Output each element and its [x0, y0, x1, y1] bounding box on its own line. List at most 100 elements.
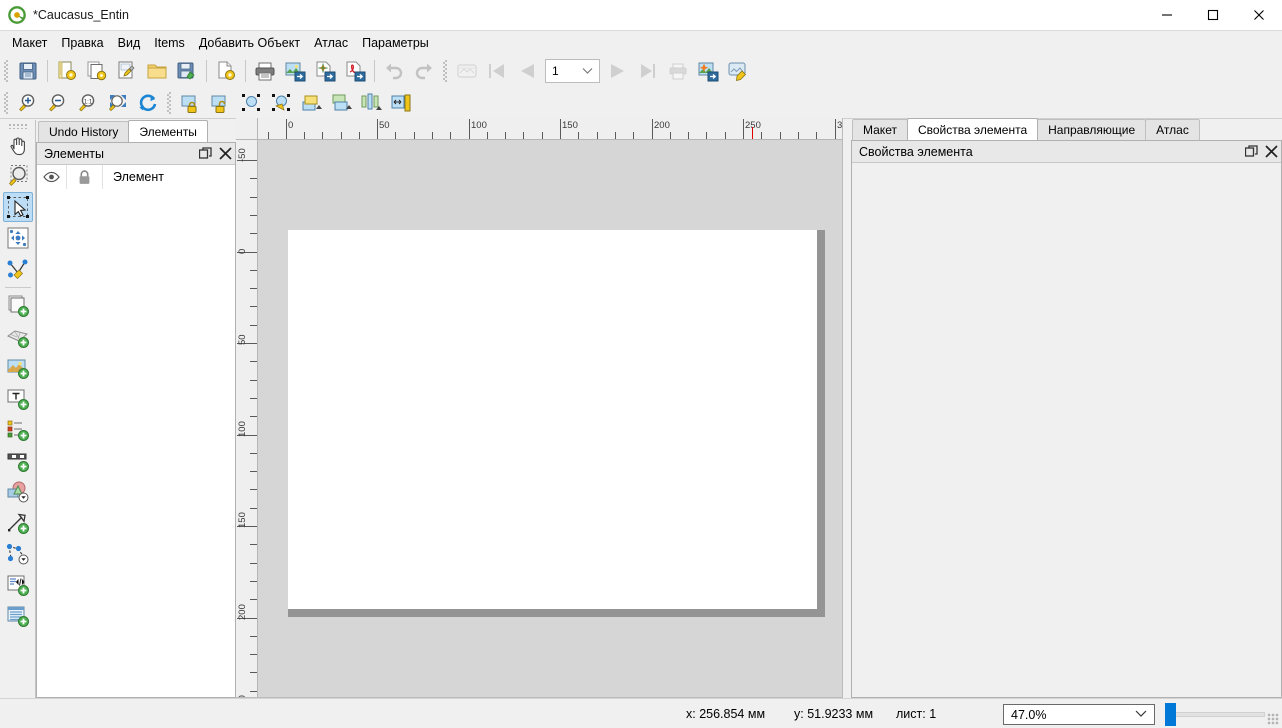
tab-items[interactable]: Элементы	[128, 120, 208, 142]
ruler-h-label: 300	[837, 120, 842, 131]
tool-add-shape[interactable]	[3, 477, 33, 507]
zoom-slider-track[interactable]	[1173, 712, 1265, 717]
close-panel-icon[interactable]	[215, 144, 235, 164]
title-bar: *Caucasus_Entin	[0, 0, 1282, 31]
atlas-page-combo[interactable]: 1	[545, 58, 600, 83]
tool-add-picture[interactable]	[3, 353, 33, 383]
atlas-export-image-button[interactable]	[693, 57, 723, 85]
tool-add-label[interactable]	[3, 384, 33, 414]
tool-add-html[interactable]	[3, 570, 33, 600]
new-layout-button[interactable]	[52, 57, 82, 85]
menu-edit[interactable]: Правка	[54, 33, 110, 53]
tool-add-legend[interactable]	[3, 415, 33, 445]
item-properties-body	[852, 163, 1281, 697]
menu-add-item[interactable]: Добавить Объект	[192, 33, 307, 53]
tab-atlas[interactable]: Атлас	[1145, 119, 1200, 140]
tool-move-content[interactable]	[3, 223, 33, 253]
svg-text:1:1: 1:1	[84, 99, 93, 105]
menu-view[interactable]: Вид	[111, 33, 148, 53]
atlas-settings-button[interactable]	[723, 57, 753, 85]
lock-items-button[interactable]	[176, 89, 206, 117]
zoom-in-button[interactable]	[13, 89, 43, 117]
tool-add-scalebar[interactable]	[3, 446, 33, 476]
atlas-last-feature-button[interactable]	[633, 57, 663, 85]
close-button[interactable]	[1236, 0, 1282, 31]
item-label: Элемент	[113, 170, 164, 184]
refresh-button[interactable]	[133, 89, 163, 117]
save-project-button[interactable]	[13, 57, 43, 85]
zoom-slider-handle[interactable]	[1165, 703, 1176, 726]
print-button[interactable]	[250, 57, 280, 85]
nav-toolbar-grip[interactable]	[2, 91, 11, 114]
items-toolbar-grip[interactable]	[165, 91, 174, 114]
left-dock-tabstrip: Undo History Элементы	[38, 120, 208, 142]
group-items-button[interactable]	[236, 89, 266, 117]
right-dock: Макет Свойства элемента Направляющие Атл…	[845, 118, 1282, 698]
tab-undo-history[interactable]: Undo History	[38, 121, 130, 142]
toolbar-grip[interactable]	[2, 59, 11, 82]
tool-add-map[interactable]	[3, 291, 33, 321]
tab-item-properties[interactable]: Свойства элемента	[906, 118, 1039, 140]
maximize-button[interactable]	[1190, 0, 1236, 31]
layout-properties-button[interactable]	[211, 57, 241, 85]
window-controls	[1144, 0, 1282, 31]
tool-pan[interactable]	[3, 130, 33, 160]
vertical-ruler[interactable]: -50 0 50 100 150 200 250	[236, 140, 258, 697]
ruler-v-label: 200	[237, 604, 248, 620]
raise-items-button[interactable]	[296, 89, 326, 117]
qgis-logo-icon	[8, 6, 26, 24]
atlas-toolbar-grip[interactable]	[441, 59, 450, 82]
redo-button[interactable]	[409, 57, 439, 85]
lock-icon[interactable]	[67, 165, 103, 189]
close-panel-icon[interactable]	[1261, 142, 1281, 162]
eye-icon[interactable]	[37, 165, 67, 189]
layout-manager-button[interactable]	[112, 57, 142, 85]
zoom-slider[interactable]	[1165, 703, 1265, 726]
save-as-template-button[interactable]	[172, 57, 202, 85]
menu-layout[interactable]: Макет	[5, 33, 54, 53]
export-pdf-button[interactable]	[340, 57, 370, 85]
zoom-level-combo[interactable]: 47.0%	[1003, 704, 1155, 725]
atlas-preview-button[interactable]	[452, 57, 482, 85]
float-panel-icon[interactable]	[195, 144, 215, 164]
canvas-viewport[interactable]	[258, 140, 842, 697]
export-image-button[interactable]	[280, 57, 310, 85]
atlas-print-button[interactable]	[663, 57, 693, 85]
float-panel-icon[interactable]	[1241, 142, 1261, 162]
ungroup-items-button[interactable]	[266, 89, 296, 117]
menu-atlas[interactable]: Атлас	[307, 33, 355, 53]
layout-page-1[interactable]	[288, 230, 817, 609]
window-resize-grip[interactable]	[1267, 713, 1279, 725]
unlock-items-button[interactable]	[206, 89, 236, 117]
toolbox-grip[interactable]	[7, 122, 28, 129]
atlas-prev-feature-button[interactable]	[512, 57, 542, 85]
tool-add-node-item[interactable]	[3, 539, 33, 569]
menu-settings[interactable]: Параметры	[355, 33, 436, 53]
minimize-button[interactable]	[1144, 0, 1190, 31]
zoom-full-button[interactable]	[103, 89, 133, 117]
horizontal-ruler[interactable]: 0 50 100 150 200 250 300	[258, 118, 842, 140]
tool-add-arrow[interactable]	[3, 508, 33, 538]
tool-edit-nodes[interactable]	[3, 254, 33, 284]
tab-layout[interactable]: Макет	[852, 119, 908, 140]
align-items-button[interactable]	[356, 89, 386, 117]
zoom-100-button[interactable]: 1:1	[73, 89, 103, 117]
item-properties-header: Свойства элемента	[852, 141, 1281, 163]
tool-zoom[interactable]	[3, 161, 33, 191]
tool-add-3dmap[interactable]	[3, 322, 33, 352]
duplicate-layout-button[interactable]	[82, 57, 112, 85]
right-dock-tabstrip: Макет Свойства элемента Направляющие Атл…	[852, 118, 1200, 140]
zoom-out-button[interactable]	[43, 89, 73, 117]
undo-button[interactable]	[379, 57, 409, 85]
tool-add-table[interactable]	[3, 601, 33, 631]
distribute-items-button[interactable]	[386, 89, 416, 117]
menu-items[interactable]: Items	[147, 33, 192, 53]
atlas-first-feature-button[interactable]	[482, 57, 512, 85]
tab-guides[interactable]: Направляющие	[1037, 119, 1147, 140]
atlas-next-feature-button[interactable]	[603, 57, 633, 85]
export-svg-button[interactable]	[310, 57, 340, 85]
tool-select[interactable]	[2, 192, 33, 222]
lower-items-button[interactable]	[326, 89, 356, 117]
list-item[interactable]: Элемент	[37, 165, 235, 189]
add-items-from-template-button[interactable]	[142, 57, 172, 85]
